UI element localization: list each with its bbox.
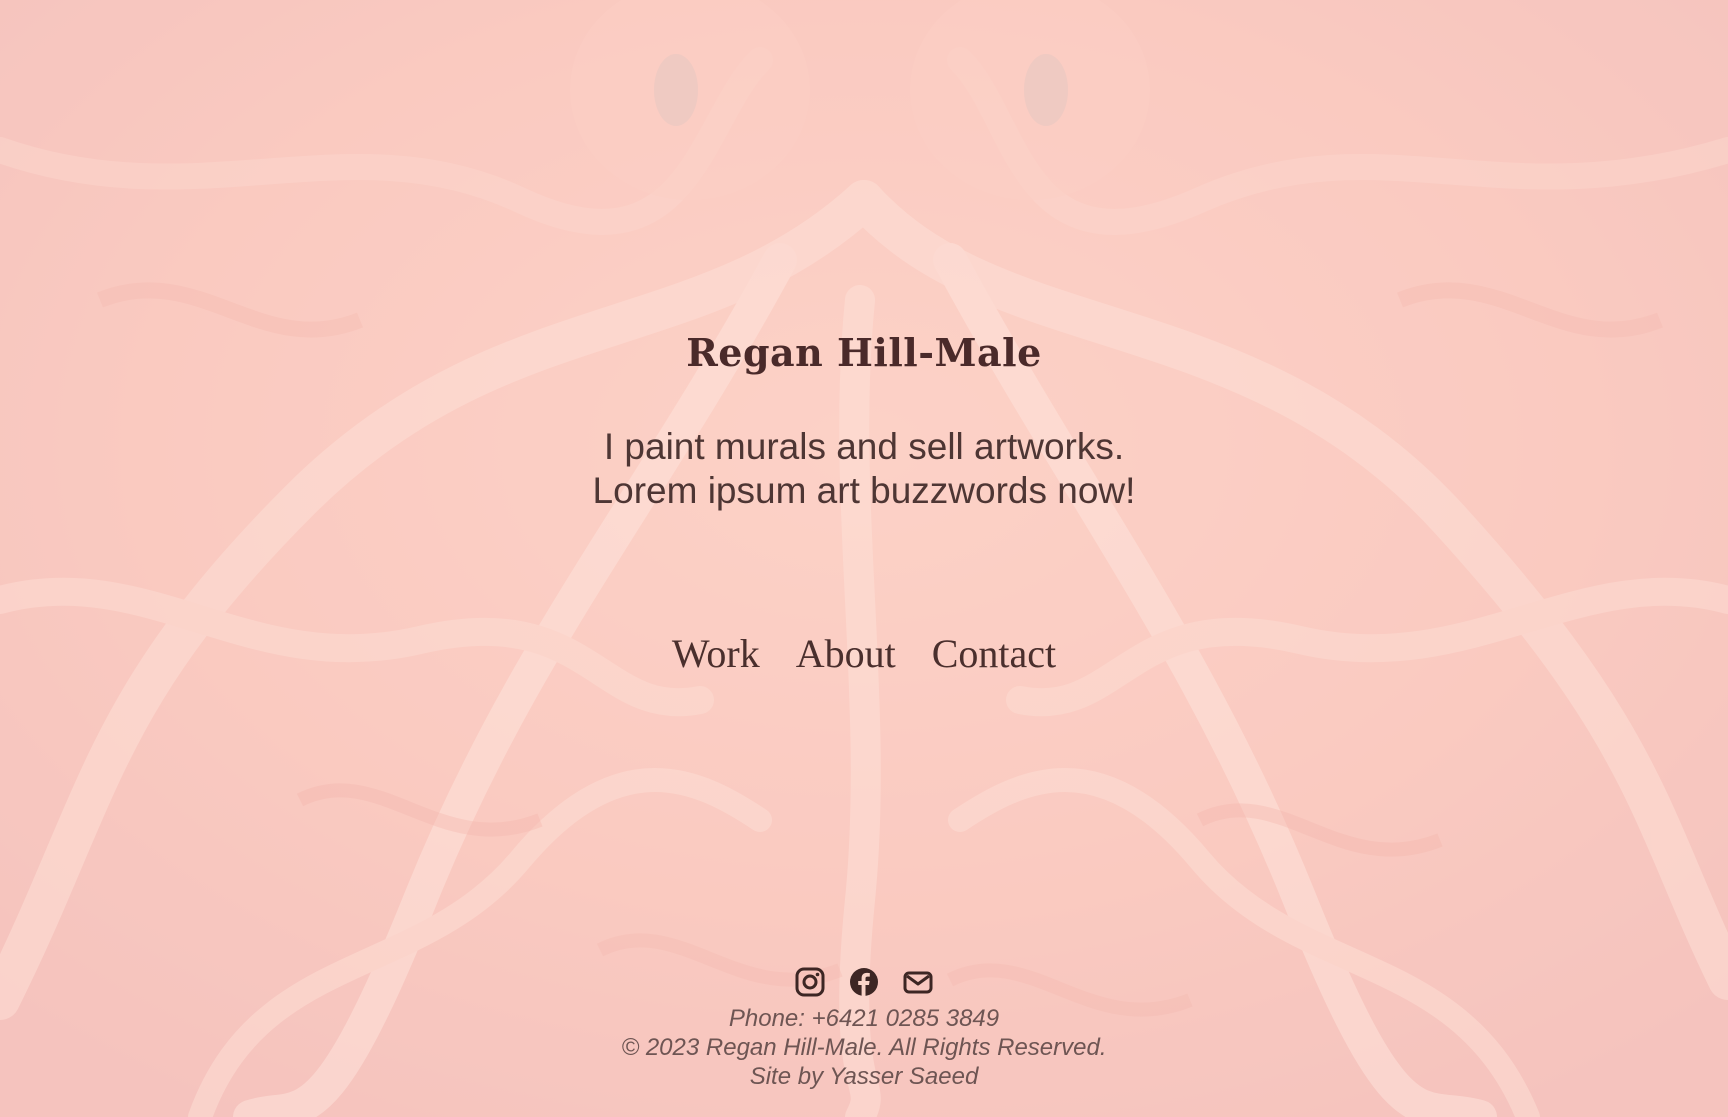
tagline-line-1: I paint murals and sell artworks. — [603, 426, 1125, 467]
tagline: I paint murals and sell artworks. Lorem … — [0, 425, 1728, 513]
nav-link-about[interactable]: About — [796, 630, 896, 677]
page-content: Regan Hill-Male I paint murals and sell … — [0, 0, 1728, 1117]
social-links — [0, 966, 1728, 998]
footer: Phone: +6421 0285 3849 © 2023 Regan Hill… — [0, 1004, 1728, 1091]
tagline-line-2: Lorem ipsum art buzzwords now! — [592, 470, 1136, 511]
facebook-icon[interactable] — [848, 966, 880, 998]
instagram-icon[interactable] — [794, 966, 826, 998]
footer-phone: Phone: +6421 0285 3849 — [728, 1005, 1000, 1032]
nav-link-contact[interactable]: Contact — [932, 630, 1056, 677]
footer-credit: Site by Yasser Saeed — [749, 1063, 979, 1090]
nav-link-work[interactable]: Work — [672, 630, 760, 677]
footer-copyright: © 2023 Regan Hill-Male. All Rights Reser… — [621, 1034, 1107, 1061]
site-title: Regan Hill-Male — [686, 330, 1042, 375]
mail-icon[interactable] — [902, 966, 934, 998]
main-nav: Work About Contact — [0, 630, 1728, 677]
